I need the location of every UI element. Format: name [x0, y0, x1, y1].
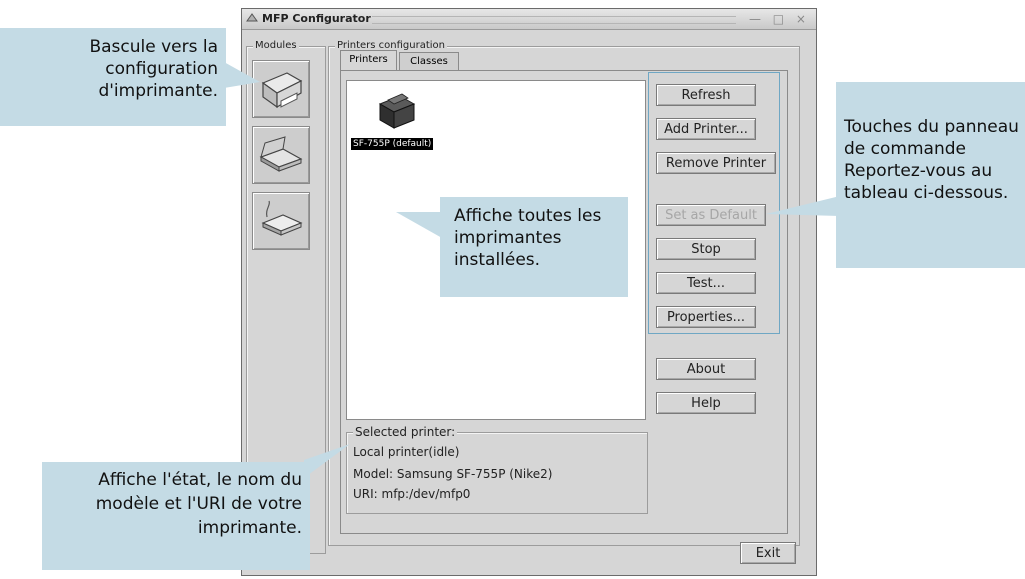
test-button[interactable]: Test...: [656, 272, 756, 294]
printer-uri: URI: mfp:/dev/mfp0: [353, 487, 471, 501]
printer-model: Model: Samsung SF-755P (Nike2): [353, 467, 553, 481]
title-bar[interactable]: MFP Configurator — □ ×: [242, 9, 816, 30]
title-bar-stripes: [372, 16, 736, 24]
callout-status: Affiche l'état, le nom du modèle et l'UR…: [42, 462, 310, 570]
callout-modules: Bascule vers la configuration d'impriman…: [0, 28, 226, 126]
modules-label: Modules: [253, 40, 299, 51]
tab-printers[interactable]: Printers: [340, 50, 397, 70]
selected-printer-legend: Selected printer:: [353, 425, 458, 439]
control-buttons-panel: [648, 72, 780, 334]
callout-modules-pointer: [224, 62, 260, 88]
callout-controls-text: Touches du panneau de commande Reportez-…: [844, 117, 1019, 203]
scanner-module-icon: [259, 136, 303, 172]
tab-printers-label: Printers: [349, 54, 388, 65]
port-module-icon: [261, 200, 303, 236]
tab-classes[interactable]: Classes: [399, 52, 459, 70]
callout-status-pointer: [304, 444, 350, 478]
refresh-button[interactable]: Refresh: [656, 84, 756, 106]
scanner-module-button[interactable]: [252, 126, 310, 184]
callout-printers-pointer: [396, 212, 442, 238]
printer-name-label[interactable]: SF-755P (default): [351, 138, 434, 150]
remove-printer-button[interactable]: Remove Printer: [656, 152, 776, 174]
printer-list-item[interactable]: [372, 86, 422, 136]
callout-modules-text: Bascule vers la configuration d'impriman…: [89, 37, 218, 101]
port-module-button[interactable]: [252, 192, 310, 250]
properties-button[interactable]: Properties...: [656, 306, 756, 328]
set-as-default-button[interactable]: Set as Default: [656, 204, 766, 226]
callout-printers: Affiche toutes les imprimantes installée…: [440, 197, 628, 297]
callout-controls: Touches du panneau de commande Reportez-…: [836, 82, 1025, 268]
window-title: MFP Configurator: [262, 12, 371, 25]
printer-icon: [378, 93, 416, 129]
tab-bar: Printers Classes: [340, 50, 540, 72]
callout-printers-text: Affiche toutes les imprimantes installée…: [454, 206, 602, 270]
callout-controls-pointer: [766, 196, 840, 216]
exit-button[interactable]: Exit: [740, 542, 796, 564]
tab-classes-label: Classes: [410, 56, 448, 67]
stop-button[interactable]: Stop: [656, 238, 756, 260]
printer-status: Local printer(idle): [353, 445, 460, 459]
about-button[interactable]: About: [656, 358, 756, 380]
add-printer-button[interactable]: Add Printer...: [656, 118, 756, 140]
help-button[interactable]: Help: [656, 392, 756, 414]
selected-printer-group: Selected printer: Local printer(idle) Mo…: [346, 425, 648, 514]
window-controls[interactable]: — □ ×: [749, 12, 810, 26]
callout-status-text: Affiche l'état, le nom du modèle et l'UR…: [95, 470, 302, 538]
app-icon: [246, 13, 258, 22]
